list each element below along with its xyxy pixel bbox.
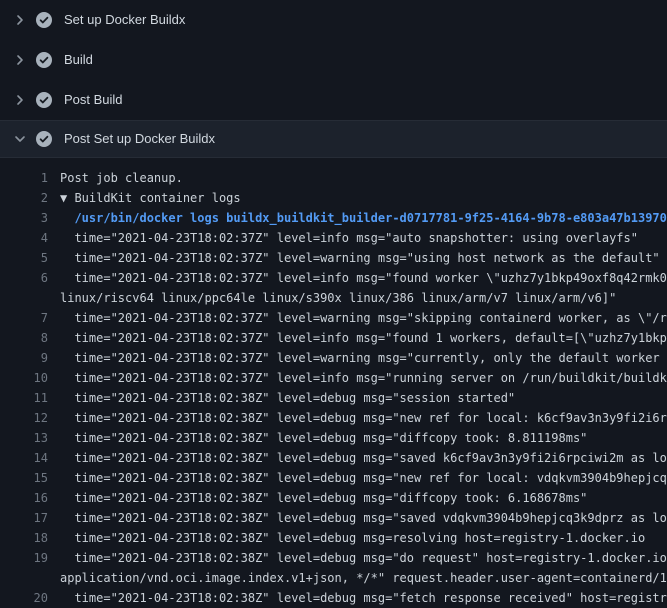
log-line: 15 time="2021-04-23T18:02:38Z" level=deb… xyxy=(0,468,667,488)
log-text: time="2021-04-23T18:02:38Z" level=debug … xyxy=(48,528,667,548)
line-number[interactable]: 5 xyxy=(0,248,48,268)
log-text: time="2021-04-23T18:02:37Z" level=info m… xyxy=(48,268,667,288)
chevron-right-icon xyxy=(12,12,28,28)
log-text: time="2021-04-23T18:02:38Z" level=debug … xyxy=(48,488,667,508)
log-text: time="2021-04-23T18:02:38Z" level=debug … xyxy=(48,468,667,488)
log-text: time="2021-04-23T18:02:38Z" level=debug … xyxy=(48,388,667,408)
line-number[interactable]: 3 xyxy=(0,208,48,228)
log-line: 2 ▼ BuildKit container logs xyxy=(0,188,667,208)
check-circle-icon xyxy=(36,131,52,147)
log-line: 18 time="2021-04-23T18:02:38Z" level=deb… xyxy=(0,528,667,548)
log-line: 9 time="2021-04-23T18:02:37Z" level=warn… xyxy=(0,348,667,368)
log-line: 19 time="2021-04-23T18:02:38Z" level=deb… xyxy=(0,548,667,568)
log-text: time="2021-04-23T18:02:38Z" level=debug … xyxy=(48,508,667,528)
line-number[interactable]: 18 xyxy=(0,528,48,548)
step-row[interactable]: Set up Docker Buildx xyxy=(0,0,667,40)
log-line: application/vnd.oci.image.index.v1+json,… xyxy=(0,568,667,588)
log-text: time="2021-04-23T18:02:38Z" level=debug … xyxy=(48,548,667,568)
step-row-expanded[interactable]: Post Set up Docker Buildx xyxy=(0,120,667,158)
chevron-down-icon xyxy=(12,131,28,147)
log-line: 10 time="2021-04-23T18:02:37Z" level=inf… xyxy=(0,368,667,388)
line-number[interactable] xyxy=(0,568,48,588)
log-text: time="2021-04-23T18:02:38Z" level=debug … xyxy=(48,408,667,428)
line-number[interactable]: 7 xyxy=(0,308,48,328)
step-title: Set up Docker Buildx xyxy=(64,12,185,28)
line-number[interactable]: 19 xyxy=(0,548,48,568)
line-number[interactable]: 1 xyxy=(0,168,48,188)
chevron-right-icon xyxy=(12,52,28,68)
line-number[interactable]: 4 xyxy=(0,228,48,248)
step-title: Post Build xyxy=(64,92,123,108)
log-text: time="2021-04-23T18:02:38Z" level=debug … xyxy=(48,428,667,448)
log-line: 11 time="2021-04-23T18:02:38Z" level=deb… xyxy=(0,388,667,408)
line-number[interactable]: 9 xyxy=(0,348,48,368)
line-number[interactable]: 14 xyxy=(0,448,48,468)
log-text: time="2021-04-23T18:02:37Z" level=warnin… xyxy=(48,248,667,268)
log-line: 16 time="2021-04-23T18:02:38Z" level=deb… xyxy=(0,488,667,508)
log-line: 4 time="2021-04-23T18:02:37Z" level=info… xyxy=(0,228,667,248)
line-number[interactable]: 12 xyxy=(0,408,48,428)
log-line: 8 time="2021-04-23T18:02:37Z" level=info… xyxy=(0,328,667,348)
log-text: time="2021-04-23T18:02:37Z" level=info m… xyxy=(48,228,667,248)
log-text: linux/riscv64 linux/ppc64le linux/s390x … xyxy=(48,288,667,308)
check-circle-icon xyxy=(36,92,52,108)
step-title: Build xyxy=(64,52,93,68)
log-line: 6 time="2021-04-23T18:02:37Z" level=info… xyxy=(0,268,667,288)
log-line: 17 time="2021-04-23T18:02:38Z" level=deb… xyxy=(0,508,667,528)
log-scroll-area[interactable]: 1 Post job cleanup. 2 ▼ BuildKit contain… xyxy=(0,158,667,608)
log-text: time="2021-04-23T18:02:37Z" level=warnin… xyxy=(48,308,667,328)
line-number[interactable]: 6 xyxy=(0,268,48,288)
line-number[interactable]: 16 xyxy=(0,488,48,508)
step-row[interactable]: Build xyxy=(0,40,667,80)
line-number[interactable]: 2 xyxy=(0,188,48,208)
log-line: 20 time="2021-04-23T18:02:38Z" level=deb… xyxy=(0,588,667,608)
log-text: application/vnd.oci.image.index.v1+json,… xyxy=(48,568,667,588)
log-line: linux/riscv64 linux/ppc64le linux/s390x … xyxy=(0,288,667,308)
log-text: time="2021-04-23T18:02:37Z" level=warnin… xyxy=(48,348,667,368)
line-number[interactable]: 20 xyxy=(0,588,48,608)
log-text: time="2021-04-23T18:02:38Z" level=debug … xyxy=(48,588,667,608)
line-number[interactable]: 17 xyxy=(0,508,48,528)
check-circle-icon xyxy=(36,12,52,28)
log-line: 13 time="2021-04-23T18:02:38Z" level=deb… xyxy=(0,428,667,448)
log-group-toggle[interactable]: ▼ BuildKit container logs xyxy=(48,188,667,208)
log-text: /usr/bin/docker logs buildx_buildkit_bui… xyxy=(48,208,667,228)
log-line: 1 Post job cleanup. xyxy=(0,168,667,188)
step-list: Set up Docker Buildx Build P xyxy=(0,0,667,120)
step-title: Post Set up Docker Buildx xyxy=(64,131,215,147)
actions-log-viewer: Set up Docker Buildx Build P xyxy=(0,0,667,608)
log-text: Post job cleanup. xyxy=(48,168,667,188)
log-text: time="2021-04-23T18:02:37Z" level=info m… xyxy=(48,328,667,348)
check-circle-icon xyxy=(36,52,52,68)
step-row[interactable]: Post Build xyxy=(0,80,667,120)
line-number[interactable]: 13 xyxy=(0,428,48,448)
line-number[interactable]: 11 xyxy=(0,388,48,408)
log-text: time="2021-04-23T18:02:37Z" level=info m… xyxy=(48,368,667,388)
line-number[interactable] xyxy=(0,288,48,308)
log-line: 5 time="2021-04-23T18:02:37Z" level=warn… xyxy=(0,248,667,268)
log-text: time="2021-04-23T18:02:38Z" level=debug … xyxy=(48,448,667,468)
log-line: 14 time="2021-04-23T18:02:38Z" level=deb… xyxy=(0,448,667,468)
line-number[interactable]: 15 xyxy=(0,468,48,488)
chevron-right-icon xyxy=(12,92,28,108)
line-number[interactable]: 10 xyxy=(0,368,48,388)
log-line: 7 time="2021-04-23T18:02:37Z" level=warn… xyxy=(0,308,667,328)
log-line: 12 time="2021-04-23T18:02:38Z" level=deb… xyxy=(0,408,667,428)
line-number[interactable]: 8 xyxy=(0,328,48,348)
log-line: 3 /usr/bin/docker logs buildx_buildkit_b… xyxy=(0,208,667,228)
